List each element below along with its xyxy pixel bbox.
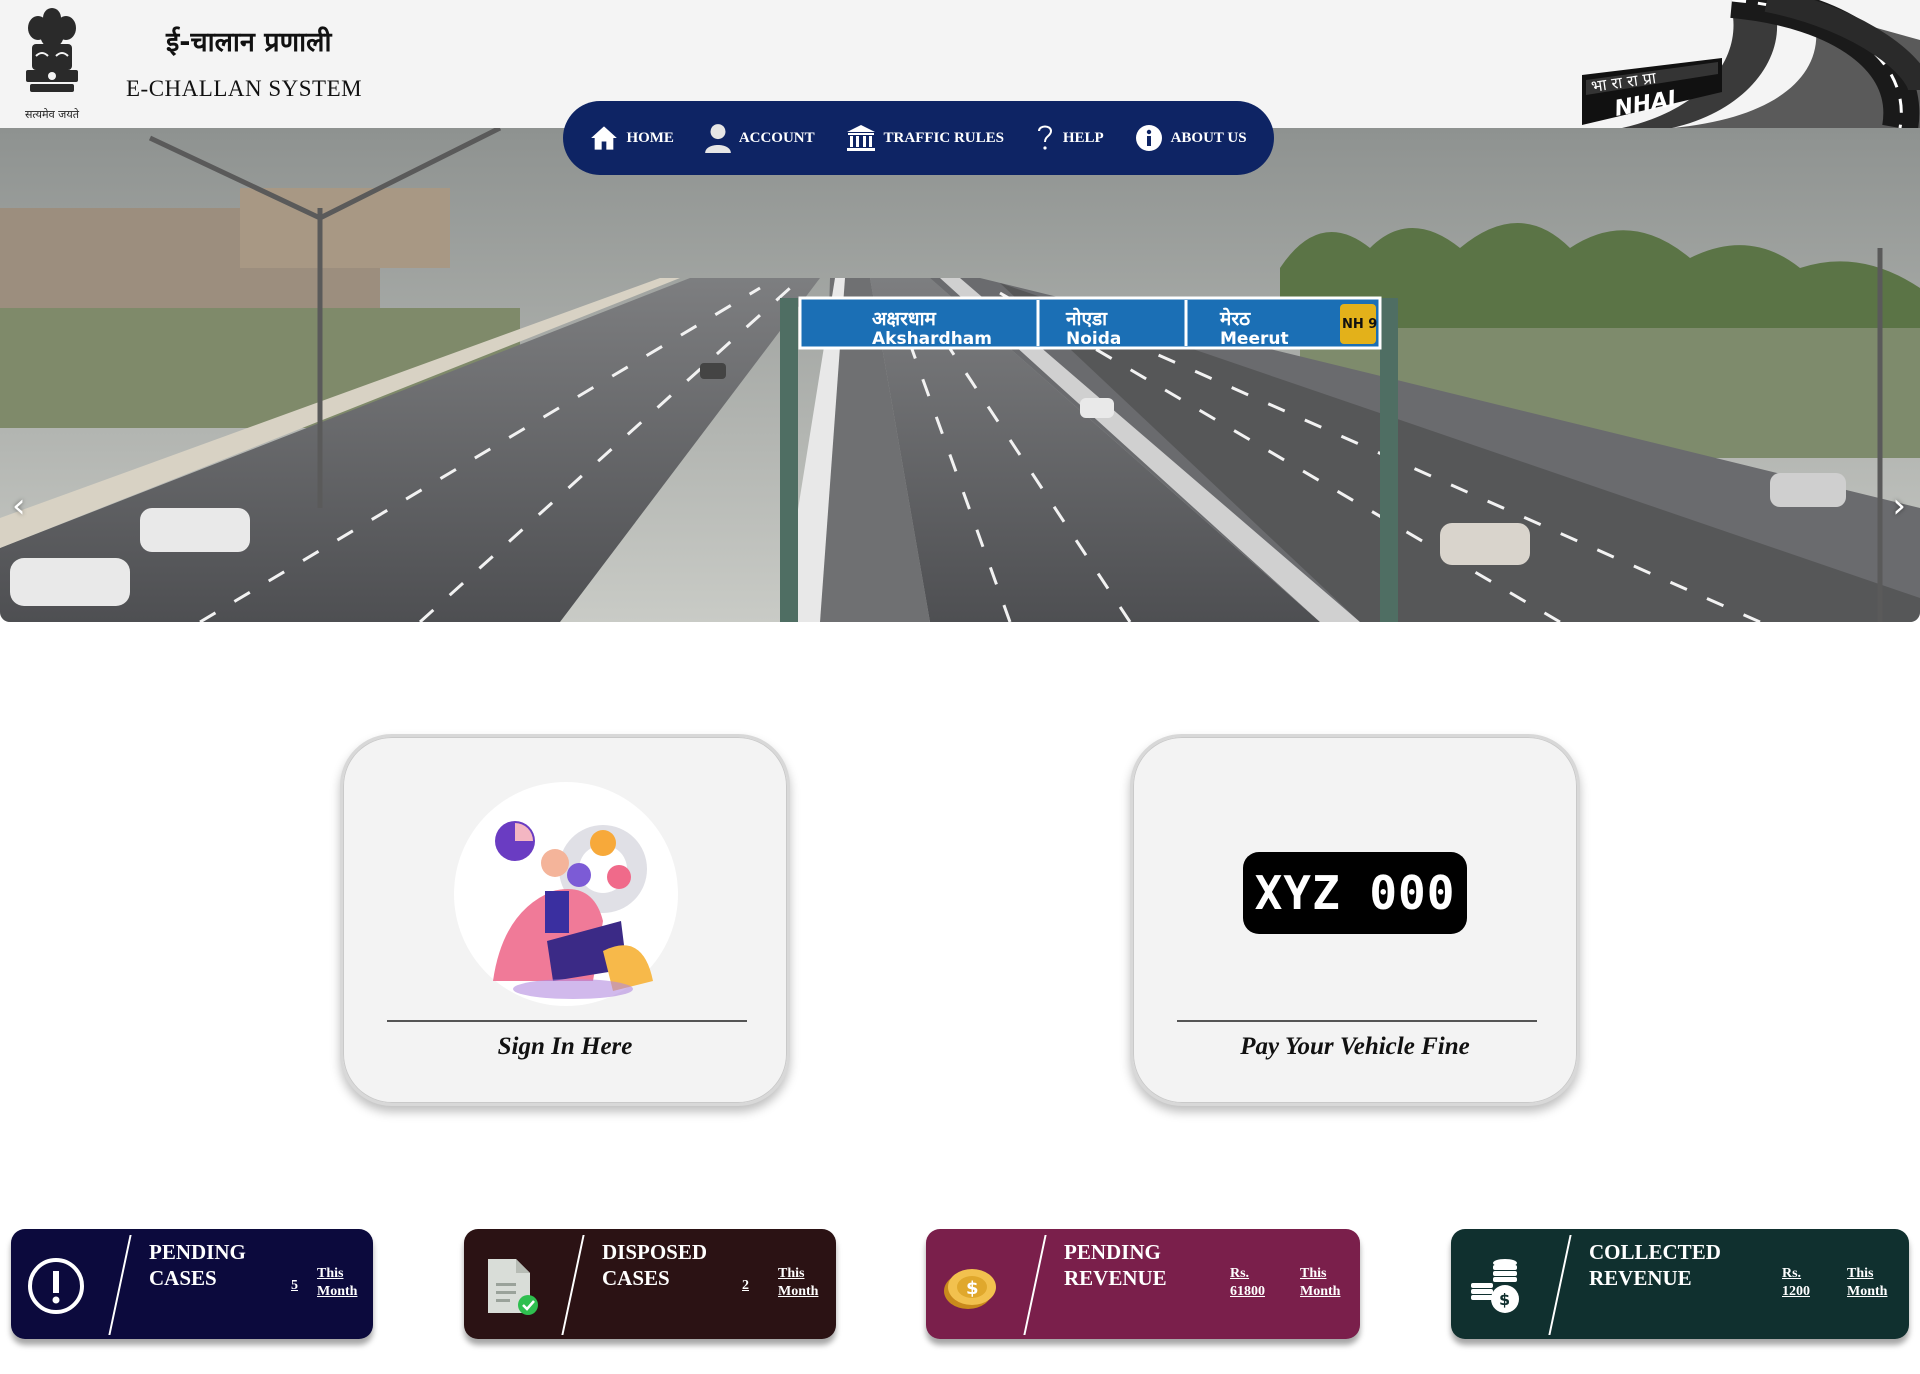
stat-amount-line2: 61800: [1230, 1284, 1265, 1299]
stat-period-line1: This: [1847, 1266, 1874, 1281]
stat-period-line1: This: [778, 1266, 805, 1281]
stat-divider: [108, 1235, 132, 1335]
stat-label-line1: PENDING: [149, 1240, 246, 1264]
national-emblem-logo: सत्यमेव जयते: [16, 4, 88, 122]
svg-text:$: $: [966, 1278, 979, 1299]
nav-help[interactable]: HELP: [1035, 123, 1104, 153]
stat-label-line2: CASES: [602, 1266, 670, 1290]
nav-about-us[interactable]: ABOUT US: [1135, 124, 1247, 152]
sign-in-divider: [387, 1020, 747, 1022]
nav-account-label: ACCOUNT: [738, 129, 815, 146]
building-icon: [846, 125, 875, 151]
info-icon: [1135, 125, 1162, 151]
sign-noida: Noida: [1066, 329, 1121, 349]
pay-fine-card[interactable]: XYZ 000 Pay Your Vehicle Fine: [1130, 734, 1580, 1106]
stat-label-line2: REVENUE: [1064, 1266, 1167, 1290]
sign-hindi-meerut: मेरठ: [1219, 307, 1251, 330]
sign-akshardham: Akshardham: [872, 329, 992, 349]
nav-traffic-rules-label: TRAFFIC RULES: [883, 129, 1004, 146]
stat-label-line1: DISPOSED: [602, 1240, 708, 1264]
svg-text:$: $: [1499, 1290, 1510, 1309]
stat-label: COLLECTED REVENUE: [1589, 1239, 1721, 1291]
question-icon: [1037, 125, 1052, 150]
hero-carousel: अक्षरधाम Akshardham नोएडा Noida मेरठ Mee…: [0, 128, 1920, 622]
stat-disposed-cases: DISPOSED CASES 2 This Month: [464, 1229, 836, 1339]
license-plate-icon: XYZ 000: [1243, 852, 1467, 934]
document-check-icon: [478, 1255, 540, 1317]
sign-meerut: Meerut: [1220, 329, 1289, 349]
emblem-motto: सत्यमेव जयते: [24, 108, 79, 121]
stat-pending-cases: PENDING CASES 5 This Month: [11, 1229, 373, 1339]
stat-amount-link[interactable]: Rs. 61800: [1230, 1265, 1265, 1301]
stat-period-line2: Month: [1300, 1284, 1341, 1299]
sign-in-illustration: [453, 781, 679, 1007]
sign-hindi-noida: नोएडा: [1065, 307, 1108, 330]
carousel-prev-button[interactable]: ‹: [12, 486, 26, 526]
nhai-logo: भा रा रा प्रा NHAI: [1582, 0, 1920, 132]
nav-home[interactable]: HOME: [590, 124, 674, 152]
stat-label-line1: COLLECTED: [1589, 1240, 1721, 1264]
stat-amount-line1: Rs.: [1782, 1266, 1802, 1281]
sign-in-card[interactable]: Sign In Here: [340, 734, 790, 1106]
stat-label: PENDING REVENUE: [1064, 1239, 1167, 1291]
site-title-hindi: ई-चालान प्रणाली: [166, 27, 332, 58]
stat-period-link[interactable]: This Month: [317, 1265, 357, 1301]
pay-fine-divider: [1177, 1020, 1537, 1022]
sign-in-label[interactable]: Sign In Here: [343, 1033, 787, 1061]
main-nav: HOME ACCOUNT TRAFFIC RULES HELP ABOUT US: [563, 101, 1274, 175]
site-title: E-CHALLAN SYSTEM: [126, 76, 363, 101]
stat-amount-line2: 1200: [1782, 1284, 1810, 1299]
stat-collected-revenue: $ COLLECTED REVENUE Rs. 1200 This Month: [1451, 1229, 1909, 1339]
nav-about-us-label: ABOUT US: [1170, 129, 1247, 146]
stat-label: PENDING CASES: [149, 1239, 246, 1291]
stat-label-line2: CASES: [149, 1266, 217, 1290]
stat-label: DISPOSED CASES: [602, 1239, 707, 1291]
hero-highway-image: अक्षरधाम Akshardham नोएडा Noida मेरठ Mee…: [0, 128, 1920, 622]
stat-period-link[interactable]: This Month: [1847, 1265, 1887, 1301]
nav-traffic-rules[interactable]: TRAFFIC RULES: [846, 124, 1004, 152]
stat-period-line2: Month: [1847, 1284, 1888, 1299]
stat-label-line2: REVENUE: [1589, 1266, 1692, 1290]
nav-home-label: HOME: [626, 129, 674, 146]
stat-period-link[interactable]: This Month: [1300, 1265, 1340, 1301]
stat-period-link[interactable]: This Month: [778, 1265, 818, 1301]
stat-divider: [1548, 1235, 1572, 1335]
sign-hindi-akshardham: अक्षरधाम: [872, 308, 937, 330]
home-icon: [591, 126, 618, 150]
user-icon: [704, 124, 731, 153]
coins-icon: $: [940, 1255, 1002, 1317]
stat-period-line2: Month: [778, 1284, 819, 1299]
stat-divider: [1023, 1235, 1047, 1335]
stat-period-line2: Month: [317, 1284, 358, 1299]
stat-period-line1: This: [1300, 1266, 1327, 1281]
exclamation-icon: [25, 1255, 87, 1317]
carousel-next-button[interactable]: ›: [1892, 486, 1906, 526]
nav-help-label: HELP: [1062, 129, 1104, 146]
stat-label-line1: PENDING: [1064, 1240, 1161, 1264]
stat-amount-line1: Rs.: [1230, 1266, 1250, 1281]
stat-count[interactable]: 5: [291, 1277, 298, 1295]
stat-pending-revenue: $ PENDING REVENUE Rs. 61800 This Month: [926, 1229, 1360, 1339]
pay-fine-label[interactable]: Pay Your Vehicle Fine: [1133, 1033, 1577, 1061]
sign-nh-shield: NH 9: [1342, 317, 1377, 332]
stat-count[interactable]: 2: [742, 1277, 749, 1295]
stat-amount-link[interactable]: Rs. 1200: [1782, 1265, 1810, 1301]
money-stack-icon: $: [1465, 1255, 1527, 1317]
stat-divider: [561, 1235, 585, 1335]
stat-period-line1: This: [317, 1266, 344, 1281]
nav-account[interactable]: ACCOUNT: [704, 123, 815, 153]
